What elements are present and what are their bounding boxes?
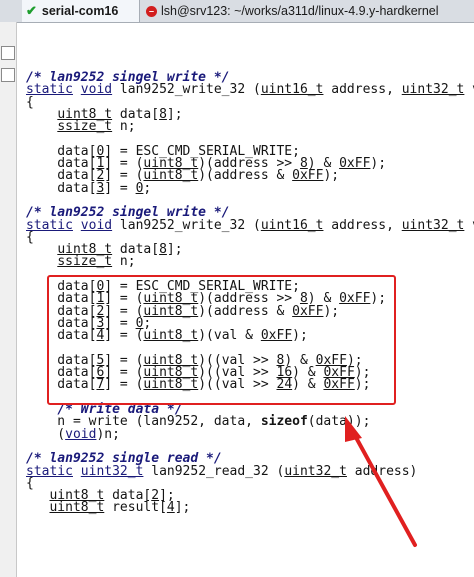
arrow-line [351, 430, 417, 547]
arrow-head [345, 416, 362, 442]
annotation-arrow [345, 416, 417, 547]
